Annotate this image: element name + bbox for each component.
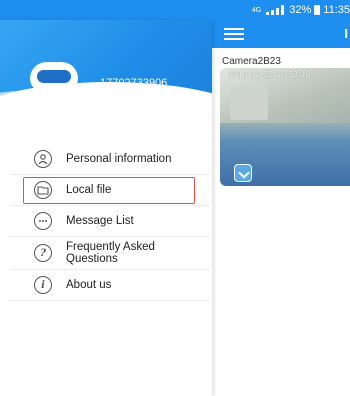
folder-icon	[34, 181, 52, 199]
battery-icon	[314, 5, 321, 15]
menu-item-personal-information[interactable]: Personal information	[10, 144, 210, 175]
status-bar: 4G 32% 11:35	[0, 0, 350, 20]
drawer-header: 17702733906	[0, 20, 212, 130]
status-indicators: 4G 32% 11:35	[252, 3, 350, 17]
question-icon: ?	[34, 244, 52, 262]
user-phone-number: 17702733906	[100, 77, 168, 89]
navigation-drawer: 17702733906 Personal information Local f…	[0, 20, 212, 396]
hamburger-menu-icon[interactable]	[224, 28, 244, 40]
info-icon: i	[34, 276, 52, 294]
menu-item-message-list[interactable]: Message List	[10, 206, 210, 237]
camera-timestamp: 2019-11-25 11:32:18	[228, 70, 311, 79]
message-icon	[34, 212, 52, 230]
network-label: 4G	[251, 6, 262, 14]
download-icon[interactable]	[234, 164, 252, 182]
person-icon	[34, 150, 52, 168]
preview-object	[230, 86, 268, 120]
signal-icon	[264, 5, 286, 15]
avatar-head	[30, 62, 78, 92]
battery-text: 32%	[289, 4, 312, 16]
menu-item-about-us[interactable]: i About us	[10, 270, 210, 301]
menu-item-faq[interactable]: ? Frequently Asked Questions	[10, 237, 210, 270]
camera-preview[interactable]: 2019-11-25 11:32:18	[220, 68, 350, 186]
camera-name: Camera2B23	[222, 56, 281, 67]
avatar[interactable]	[30, 62, 78, 114]
menu-item-label: Local file	[66, 184, 112, 196]
clock-text: 11:35	[323, 4, 350, 16]
menu-item-local-file[interactable]: Local file	[10, 175, 210, 206]
menu-item-label: About us	[66, 279, 112, 291]
main-header: I	[212, 20, 350, 48]
drawer-menu: Personal information Local file Message …	[10, 144, 210, 301]
avatar-visor	[37, 70, 71, 83]
main-header-title: I	[344, 26, 348, 41]
menu-item-label: Frequently Asked Questions	[66, 241, 155, 265]
menu-item-label: Personal information	[66, 153, 172, 165]
menu-item-label: Message List	[66, 215, 134, 227]
